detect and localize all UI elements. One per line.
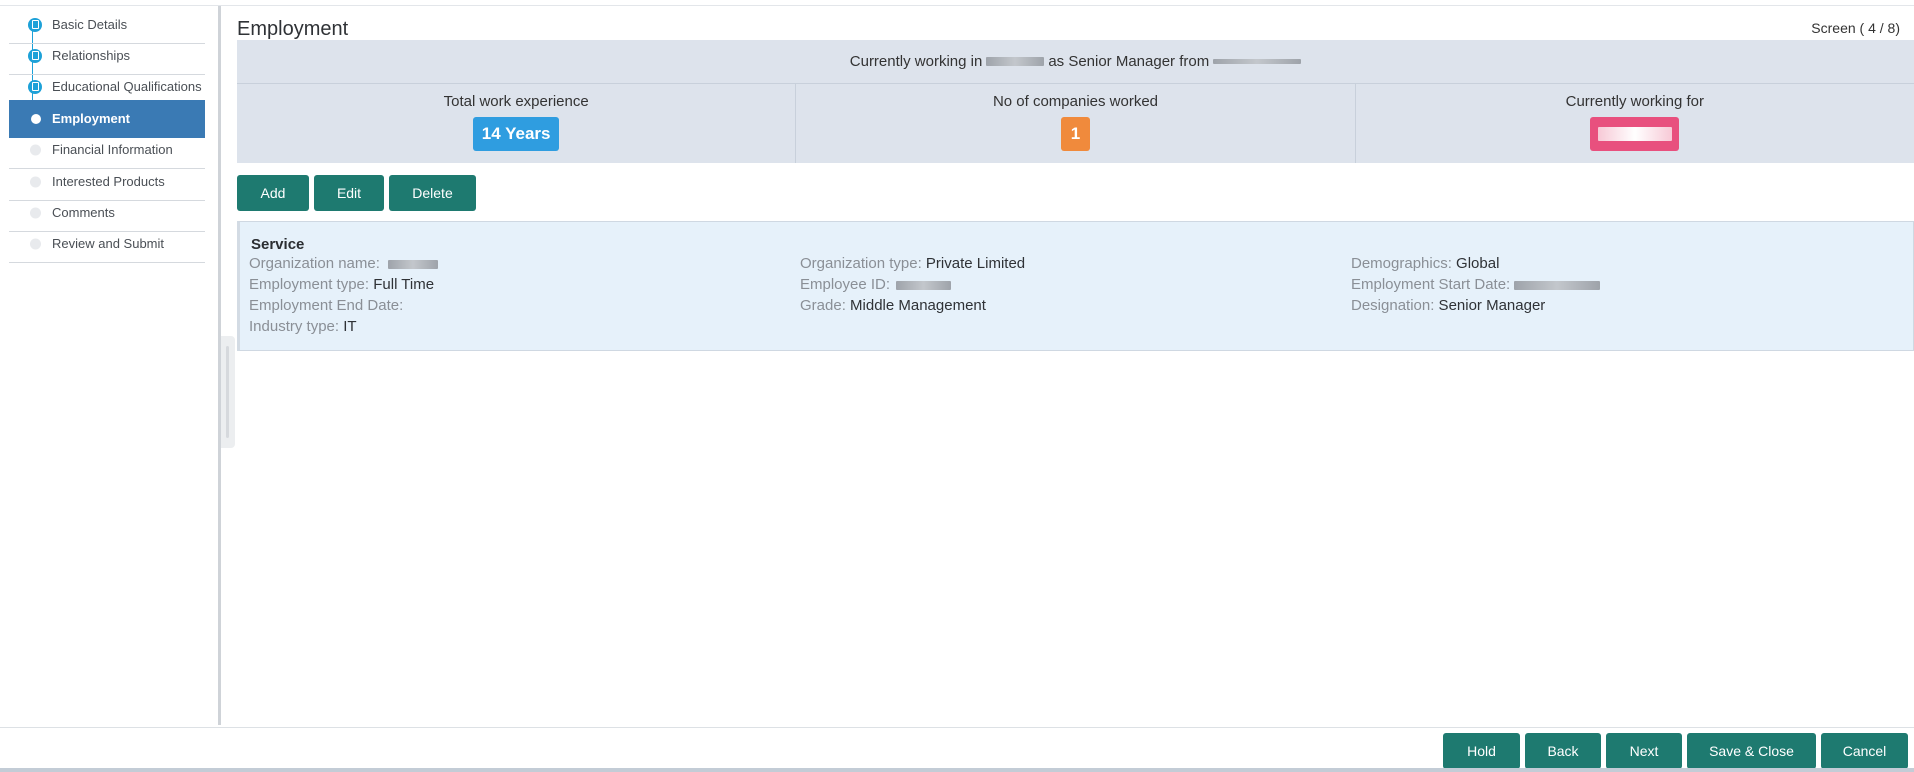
stat-caption: Total work experience bbox=[443, 93, 589, 110]
field-value: Middle Management bbox=[845, 297, 986, 314]
step-label: Interested Products bbox=[52, 174, 165, 189]
step-label: Review and Submit bbox=[52, 236, 164, 251]
pending-step-icon bbox=[30, 144, 41, 155]
stat-caption: Currently working for bbox=[1565, 93, 1705, 110]
current-step-icon bbox=[31, 113, 41, 124]
field-value: Senior Manager bbox=[1434, 297, 1546, 314]
field-industry-type: Industry type: IT bbox=[249, 318, 357, 335]
main-content: Employment Screen ( 4 / 8) Currently wor… bbox=[237, 6, 1914, 725]
summary-middle: as Senior Manager from bbox=[1048, 53, 1210, 70]
field-grade: Grade: Middle Management bbox=[800, 297, 986, 314]
masked-value bbox=[388, 259, 439, 269]
cancel-button[interactable]: Cancel bbox=[1821, 733, 1908, 769]
field-demographics: Demographics: Global bbox=[1351, 255, 1499, 272]
summary-headline: Currently working in as Senior Manager f… bbox=[237, 40, 1914, 84]
step-label: Educational Qualifications bbox=[52, 79, 202, 94]
field-label: Employee ID: bbox=[800, 276, 891, 293]
field-label: Industry type: bbox=[249, 318, 340, 335]
edit-button[interactable]: Edit bbox=[314, 175, 384, 211]
masked-employer bbox=[1597, 127, 1672, 141]
stat-badge: 14 Years bbox=[473, 117, 560, 151]
back-button[interactable]: Back bbox=[1525, 733, 1601, 769]
check-icon bbox=[28, 17, 42, 32]
step-label: Comments bbox=[52, 205, 115, 220]
stat-current-employer: Currently working for bbox=[1356, 84, 1914, 163]
step-label: Employment bbox=[52, 111, 131, 126]
summary-stats: Total work experience 14 Years No of com… bbox=[237, 84, 1914, 163]
stat-total-experience: Total work experience 14 Years bbox=[237, 84, 797, 163]
field-employment-end-date: Employment End Date: bbox=[249, 297, 403, 314]
field-value: IT bbox=[339, 318, 357, 335]
next-button[interactable]: Next bbox=[1606, 733, 1682, 769]
check-icon bbox=[28, 48, 42, 63]
masked-value bbox=[1514, 280, 1601, 290]
stat-caption: No of companies worked bbox=[992, 93, 1159, 110]
masked-value bbox=[896, 280, 952, 290]
pending-step-icon bbox=[30, 176, 41, 187]
field-label: Organization type: bbox=[800, 255, 922, 272]
footer-bar: Hold Back Next Save & Close Cancel bbox=[0, 727, 1914, 772]
delete-button[interactable]: Delete bbox=[389, 175, 476, 211]
stat-badge bbox=[1590, 117, 1680, 151]
field-label: Employment End Date: bbox=[249, 297, 404, 314]
step-label: Financial Information bbox=[52, 142, 173, 157]
field-employment-type: Employment type: Full Time bbox=[249, 276, 434, 293]
step-review-and-submit[interactable]: Review and Submit bbox=[9, 225, 205, 263]
pending-step-icon bbox=[30, 238, 41, 249]
step-label: Basic Details bbox=[52, 17, 128, 32]
field-value: Full Time bbox=[369, 276, 435, 293]
screen-indicator: Screen ( 4 / 8) bbox=[1811, 20, 1900, 36]
field-value: Global bbox=[1451, 255, 1500, 272]
step-label: Relationships bbox=[52, 48, 131, 63]
field-label: Grade: bbox=[800, 297, 846, 314]
page-title: Employment bbox=[237, 18, 349, 40]
add-button[interactable]: Add bbox=[237, 175, 309, 211]
stat-badge: 1 bbox=[1060, 117, 1090, 151]
stat-companies-worked: No of companies worked 1 bbox=[796, 84, 1356, 163]
field-employment-start-date: Employment Start Date: bbox=[1351, 276, 1601, 293]
summary-prefix: Currently working in bbox=[849, 53, 983, 70]
masked-start-date bbox=[1213, 59, 1302, 64]
field-label: Designation: bbox=[1351, 297, 1435, 314]
field-employee-id: Employee ID: bbox=[800, 276, 952, 293]
field-label: Employment Start Date: bbox=[1351, 276, 1511, 293]
step-navigator: Basic Details Relationships Educational … bbox=[0, 6, 220, 725]
field-label: Organization name: bbox=[249, 255, 380, 272]
field-organization-type: Organization type: Private Limited bbox=[800, 255, 1025, 272]
collapse-handle[interactable] bbox=[221, 336, 235, 448]
save-and-close-button[interactable]: Save & Close bbox=[1687, 733, 1816, 769]
pending-step-icon bbox=[30, 207, 41, 218]
record-actions: Add Edit Delete bbox=[237, 175, 476, 211]
record-title: Service bbox=[251, 236, 305, 253]
field-label: Employment type: bbox=[249, 276, 370, 293]
hold-button[interactable]: Hold bbox=[1443, 733, 1520, 769]
field-value: Private Limited bbox=[921, 255, 1026, 272]
employment-summary: Currently working in as Senior Manager f… bbox=[237, 40, 1914, 163]
window-bottom-bar bbox=[0, 768, 1914, 772]
footer-actions: Hold Back Next Save & Close Cancel bbox=[1443, 733, 1908, 769]
field-designation: Designation: Senior Manager bbox=[1351, 297, 1545, 314]
field-organization-name: Organization name: bbox=[249, 255, 439, 272]
field-label: Demographics: bbox=[1351, 255, 1452, 272]
check-icon bbox=[28, 79, 42, 94]
masked-company bbox=[986, 57, 1045, 66]
employment-record-card[interactable]: Service Organization name: Employment ty… bbox=[237, 221, 1914, 351]
